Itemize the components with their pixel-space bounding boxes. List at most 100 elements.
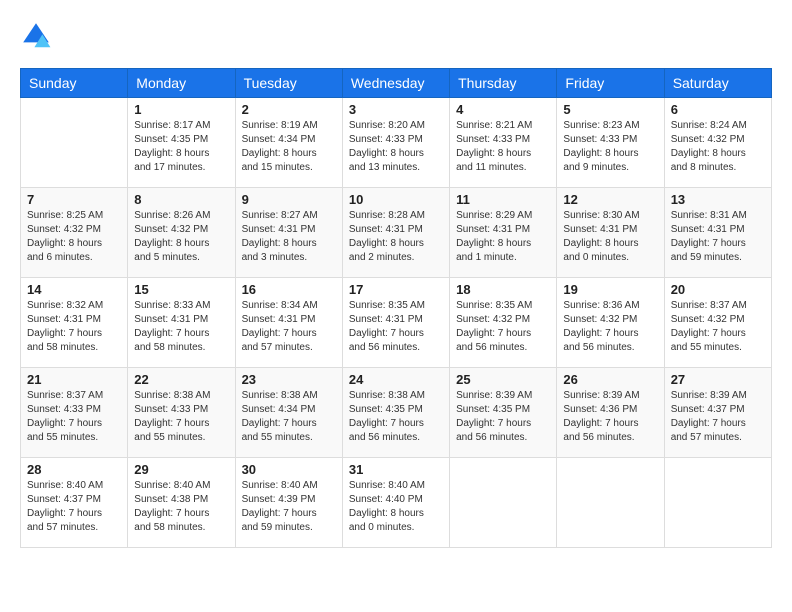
day-number: 25 bbox=[456, 372, 550, 387]
day-number: 16 bbox=[242, 282, 336, 297]
day-number: 18 bbox=[456, 282, 550, 297]
day-info: Sunrise: 8:26 AM Sunset: 4:32 PM Dayligh… bbox=[134, 209, 228, 265]
day-info: Sunrise: 8:40 AM Sunset: 4:39 PM Dayligh… bbox=[242, 479, 336, 535]
day-info: Sunrise: 8:23 AM Sunset: 4:33 PM Dayligh… bbox=[563, 119, 657, 175]
page-header bbox=[20, 20, 772, 52]
calendar-cell: 9Sunrise: 8:27 AM Sunset: 4:31 PM Daylig… bbox=[235, 188, 342, 278]
day-number: 23 bbox=[242, 372, 336, 387]
weekday-header: Wednesday bbox=[342, 69, 449, 98]
calendar-cell: 10Sunrise: 8:28 AM Sunset: 4:31 PM Dayli… bbox=[342, 188, 449, 278]
calendar-cell: 25 Sunrise: 8:39 AM Sunset: 4:35 PM Dayli… bbox=[450, 368, 557, 458]
calendar-cell: 19 Sunrise: 8:36 AM Sunset: 4:32 PM Dayli… bbox=[557, 278, 664, 368]
calendar-cell: 2 Sunrise: 8:19 AM Sunset: 4:34 PM Daylig… bbox=[235, 98, 342, 188]
day-info: Sunrise: 8:19 AM Sunset: 4:34 PM Dayligh… bbox=[242, 119, 336, 175]
day-info: Sunrise: 8:30 AM Sunset: 4:31 PM Dayligh… bbox=[563, 209, 657, 265]
day-info: Sunrise: 8:24 AM Sunset: 4:32 PM Dayligh… bbox=[671, 119, 765, 175]
day-info: Sunrise: 8:35 AM Sunset: 4:32 PM Dayligh… bbox=[456, 299, 550, 355]
day-info: Sunrise: 8:25 AM Sunset: 4:32 PM Dayligh… bbox=[27, 209, 121, 265]
day-number: 29 bbox=[134, 462, 228, 477]
weekday-header: Sunday bbox=[21, 69, 128, 98]
day-info: Sunrise: 8:40 AM Sunset: 4:37 PM Dayligh… bbox=[27, 479, 121, 535]
day-info: Sunrise: 8:39 AM Sunset: 4:37 PM Dayligh… bbox=[671, 389, 765, 445]
calendar-cell: 14Sunrise: 8:32 AM Sunset: 4:31 PM Dayli… bbox=[21, 278, 128, 368]
calendar-cell: 24 Sunrise: 8:38 AM Sunset: 4:35 PM Dayli… bbox=[342, 368, 449, 458]
calendar-cell: 30 Sunrise: 8:40 AM Sunset: 4:39 PM Dayli… bbox=[235, 458, 342, 548]
day-number: 26 bbox=[563, 372, 657, 387]
calendar-week-row: 28 Sunrise: 8:40 AM Sunset: 4:37 PM Dayli… bbox=[21, 458, 772, 548]
calendar-cell bbox=[664, 458, 771, 548]
day-info: Sunrise: 8:31 AM Sunset: 4:31 PM Dayligh… bbox=[671, 209, 765, 265]
weekday-header: Monday bbox=[128, 69, 235, 98]
calendar-cell: 1 Sunrise: 8:17 AM Sunset: 4:35 PM Daylig… bbox=[128, 98, 235, 188]
day-info: Sunrise: 8:20 AM Sunset: 4:33 PM Dayligh… bbox=[349, 119, 443, 175]
calendar-cell: 22Sunrise: 8:38 AM Sunset: 4:33 PM Dayli… bbox=[128, 368, 235, 458]
day-info: Sunrise: 8:36 AM Sunset: 4:32 PM Dayligh… bbox=[563, 299, 657, 355]
day-number: 6 bbox=[671, 102, 765, 117]
calendar-cell: 31Sunrise: 8:40 AM Sunset: 4:40 PM Dayli… bbox=[342, 458, 449, 548]
weekday-header: Saturday bbox=[664, 69, 771, 98]
day-number: 1 bbox=[134, 102, 228, 117]
calendar-cell bbox=[557, 458, 664, 548]
day-info: Sunrise: 8:32 AM Sunset: 4:31 PM Dayligh… bbox=[27, 299, 121, 355]
day-number: 19 bbox=[563, 282, 657, 297]
calendar-cell: 20 Sunrise: 8:37 AM Sunset: 4:32 PM Dayli… bbox=[664, 278, 771, 368]
day-number: 5 bbox=[563, 102, 657, 117]
calendar-week-row: 21Sunrise: 8:37 AM Sunset: 4:33 PM Dayli… bbox=[21, 368, 772, 458]
day-info: Sunrise: 8:40 AM Sunset: 4:38 PM Dayligh… bbox=[134, 479, 228, 535]
day-info: Sunrise: 8:38 AM Sunset: 4:34 PM Dayligh… bbox=[242, 389, 336, 445]
day-number: 27 bbox=[671, 372, 765, 387]
calendar-header-row: SundayMondayTuesdayWednesdayThursdayFrid… bbox=[21, 69, 772, 98]
calendar-cell: 28 Sunrise: 8:40 AM Sunset: 4:37 PM Dayli… bbox=[21, 458, 128, 548]
logo-icon bbox=[20, 20, 52, 52]
calendar-cell: 21Sunrise: 8:37 AM Sunset: 4:33 PM Dayli… bbox=[21, 368, 128, 458]
calendar-cell: 18 Sunrise: 8:35 AM Sunset: 4:32 PM Dayli… bbox=[450, 278, 557, 368]
calendar-table: SundayMondayTuesdayWednesdayThursdayFrid… bbox=[20, 68, 772, 548]
calendar-cell: 13 Sunrise: 8:31 AM Sunset: 4:31 PM Dayli… bbox=[664, 188, 771, 278]
calendar-cell: 17Sunrise: 8:35 AM Sunset: 4:31 PM Dayli… bbox=[342, 278, 449, 368]
calendar-cell: 12 Sunrise: 8:30 AM Sunset: 4:31 PM Dayli… bbox=[557, 188, 664, 278]
calendar-cell: 4Sunrise: 8:21 AM Sunset: 4:33 PM Daylig… bbox=[450, 98, 557, 188]
day-number: 9 bbox=[242, 192, 336, 207]
day-info: Sunrise: 8:39 AM Sunset: 4:36 PM Dayligh… bbox=[563, 389, 657, 445]
day-info: Sunrise: 8:34 AM Sunset: 4:31 PM Dayligh… bbox=[242, 299, 336, 355]
day-number: 8 bbox=[134, 192, 228, 207]
day-info: Sunrise: 8:39 AM Sunset: 4:35 PM Dayligh… bbox=[456, 389, 550, 445]
day-info: Sunrise: 8:40 AM Sunset: 4:40 PM Dayligh… bbox=[349, 479, 443, 535]
day-number: 13 bbox=[671, 192, 765, 207]
day-number: 28 bbox=[27, 462, 121, 477]
day-info: Sunrise: 8:38 AM Sunset: 4:35 PM Dayligh… bbox=[349, 389, 443, 445]
calendar-week-row: 1 Sunrise: 8:17 AM Sunset: 4:35 PM Daylig… bbox=[21, 98, 772, 188]
day-number: 11 bbox=[456, 192, 550, 207]
day-number: 15 bbox=[134, 282, 228, 297]
day-info: Sunrise: 8:17 AM Sunset: 4:35 PM Dayligh… bbox=[134, 119, 228, 175]
calendar-cell: 27 Sunrise: 8:39 AM Sunset: 4:37 PM Dayli… bbox=[664, 368, 771, 458]
calendar-cell: 6 Sunrise: 8:24 AM Sunset: 4:32 PM Daylig… bbox=[664, 98, 771, 188]
day-info: Sunrise: 8:37 AM Sunset: 4:32 PM Dayligh… bbox=[671, 299, 765, 355]
day-number: 24 bbox=[349, 372, 443, 387]
weekday-header: Tuesday bbox=[235, 69, 342, 98]
calendar-cell: 29 Sunrise: 8:40 AM Sunset: 4:38 PM Dayli… bbox=[128, 458, 235, 548]
day-number: 4 bbox=[456, 102, 550, 117]
day-number: 3 bbox=[349, 102, 443, 117]
weekday-header: Thursday bbox=[450, 69, 557, 98]
day-info: Sunrise: 8:37 AM Sunset: 4:33 PM Dayligh… bbox=[27, 389, 121, 445]
weekday-header: Friday bbox=[557, 69, 664, 98]
calendar-cell bbox=[21, 98, 128, 188]
calendar-cell: 3 Sunrise: 8:20 AM Sunset: 4:33 PM Daylig… bbox=[342, 98, 449, 188]
logo bbox=[20, 20, 56, 52]
day-info: Sunrise: 8:33 AM Sunset: 4:31 PM Dayligh… bbox=[134, 299, 228, 355]
calendar-cell: 15 Sunrise: 8:33 AM Sunset: 4:31 PM Dayli… bbox=[128, 278, 235, 368]
day-number: 7 bbox=[27, 192, 121, 207]
calendar-cell: 5 Sunrise: 8:23 AM Sunset: 4:33 PM Daylig… bbox=[557, 98, 664, 188]
calendar-cell: 16 Sunrise: 8:34 AM Sunset: 4:31 PM Dayli… bbox=[235, 278, 342, 368]
calendar-cell: 8 Sunrise: 8:26 AM Sunset: 4:32 PM Daylig… bbox=[128, 188, 235, 278]
calendar-cell: 26 Sunrise: 8:39 AM Sunset: 4:36 PM Dayli… bbox=[557, 368, 664, 458]
day-number: 2 bbox=[242, 102, 336, 117]
day-number: 17 bbox=[349, 282, 443, 297]
day-number: 20 bbox=[671, 282, 765, 297]
day-number: 30 bbox=[242, 462, 336, 477]
day-info: Sunrise: 8:38 AM Sunset: 4:33 PM Dayligh… bbox=[134, 389, 228, 445]
calendar-cell bbox=[450, 458, 557, 548]
day-number: 12 bbox=[563, 192, 657, 207]
calendar-week-row: 7 Sunrise: 8:25 AM Sunset: 4:32 PM Daylig… bbox=[21, 188, 772, 278]
